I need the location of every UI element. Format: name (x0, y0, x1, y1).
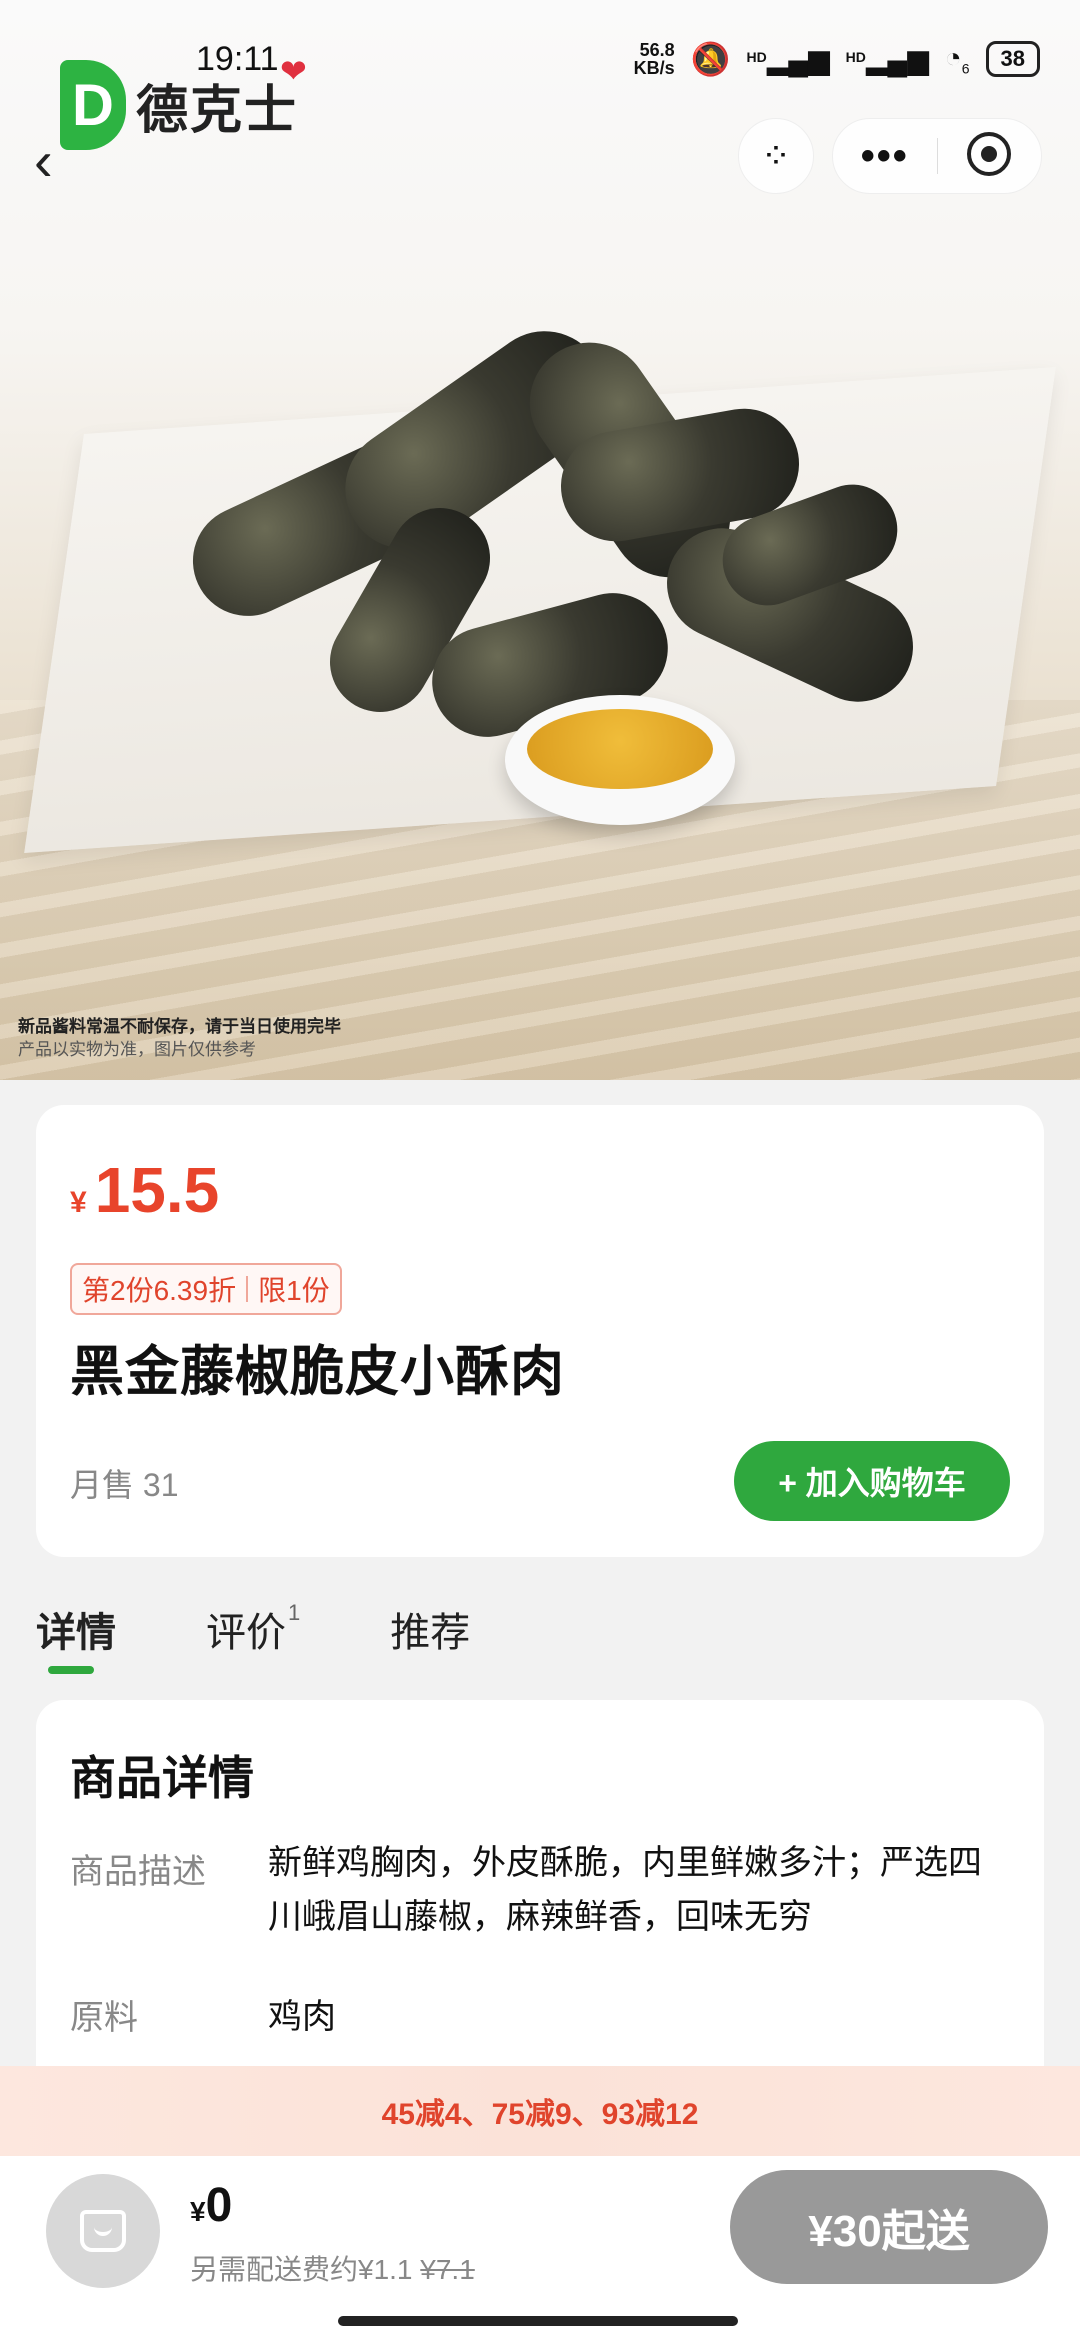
cart-bar: ¥0 另需配送费约¥1.1 ¥7.1 ¥30起送 (0, 2156, 1080, 2340)
logo-text: 德克士 (136, 81, 299, 140)
currency-symbol: ¥ (70, 1186, 87, 1219)
discount-banner: 45减4、75减9、93减12 (0, 2066, 1080, 2156)
product-info-card: ¥15.5 第2份6.39折 限1份 黑金藤椒脆皮小酥肉 月售 31 + 加入购… (36, 1105, 1044, 1557)
scan-icon: ⁘ (760, 135, 792, 176)
wifi-icon: ◔6 (944, 41, 970, 77)
description-label: 商品描述 (70, 1853, 206, 1891)
home-indicator (338, 2316, 738, 2326)
details-title: 商品详情 (70, 1752, 254, 1804)
promo-discount: 第2份6.39折 (82, 1275, 237, 1306)
cart-button[interactable] (46, 2174, 160, 2288)
signal-icon: HD▂▄▆ (746, 43, 830, 75)
seasoning-powder (527, 709, 713, 789)
more-dots-icon: ••• (860, 133, 909, 178)
close-button[interactable] (938, 131, 1042, 181)
back-button[interactable]: ‹ (34, 128, 53, 193)
delivery-fee: 另需配送费约¥1.1 ¥7.1 (190, 2254, 475, 2285)
tab-recommend[interactable]: 推荐 (390, 1600, 470, 1658)
brand-logo: D 德克士 (60, 60, 298, 150)
scan-button[interactable]: ⁘ (738, 118, 814, 194)
ingredient-value: 鸡肉 (268, 1998, 336, 2036)
mini-program-capsule: ••• (832, 118, 1042, 194)
battery-indicator: 38 (985, 41, 1040, 77)
disclaimer-line-2: 产品以实物为准，图片仅供参考 (18, 1040, 256, 1059)
status-icons: 56.8 KB/s 🔕 HD▂▄▆ HD▂▄▆ ◔6 38 (634, 40, 1040, 78)
currency-symbol: ¥ (190, 2196, 206, 2227)
target-icon (967, 131, 1012, 176)
chevron-left-icon: ‹ (34, 129, 53, 192)
promo-tag: 第2份6.39折 限1份 (70, 1263, 342, 1315)
monthly-sales: 月售 31 (70, 1467, 179, 1503)
detail-tabs: 详情 评价1 推荐 (36, 1600, 470, 1674)
product-details-card: 商品详情 商品描述 新鲜鸡胸肉，外皮酥脆，内里鲜嫩多汁；严选四川峨眉山藤椒，麻辣… (36, 1700, 1044, 2100)
review-count-badge: 1 (288, 1600, 301, 1625)
promo-divider (246, 1276, 249, 1302)
more-button[interactable]: ••• (833, 134, 937, 179)
heart-icon: ❤ (280, 53, 307, 89)
tab-details[interactable]: 详情 (36, 1600, 116, 1674)
add-to-cart-button[interactable]: + 加入购物车 (734, 1441, 1010, 1521)
description-value: 新鲜鸡胸肉，外皮酥脆，内里鲜嫩多汁；严选四川峨眉山藤椒，麻辣鲜香，回味无穷 (268, 1844, 982, 1936)
product-name: 黑金藤椒脆皮小酥肉 (70, 1342, 565, 1402)
signal-icon: HD▂▄▆ (845, 43, 929, 75)
tab-reviews[interactable]: 评价1 (206, 1600, 300, 1658)
seasoning-bowl (505, 695, 735, 825)
mute-icon: 🔕 (690, 41, 731, 77)
ingredient-row: 原料 鸡肉 (70, 1990, 1008, 2044)
image-disclaimer: 新品酱料常温不耐保存，请于当日使用完毕 产品以实物为准，图片仅供参考 (18, 1015, 341, 1061)
logo-mark: D (60, 60, 126, 150)
original-delivery-fee: ¥7.1 (420, 2254, 475, 2285)
cart-total: ¥0 (190, 2178, 232, 2233)
ingredient-label: 原料 (70, 1999, 138, 2037)
shopping-bag-icon (80, 2210, 126, 2252)
cart-total-value: 0 (205, 2179, 233, 2232)
disclaimer-line-1: 新品酱料常温不耐保存，请于当日使用完毕 (18, 1017, 341, 1036)
net-speed: 56.8 KB/s (633, 40, 675, 78)
description-row: 商品描述 新鲜鸡胸肉，外皮酥脆，内里鲜嫩多汁；严选四川峨眉山藤椒，麻辣鲜香，回味… (70, 1836, 1008, 1944)
product-price: ¥15.5 (70, 1153, 219, 1227)
min-order-button[interactable]: ¥30起送 (730, 2170, 1048, 2284)
price-value: 15.5 (94, 1154, 220, 1226)
promo-limit: 限1份 (258, 1275, 330, 1306)
